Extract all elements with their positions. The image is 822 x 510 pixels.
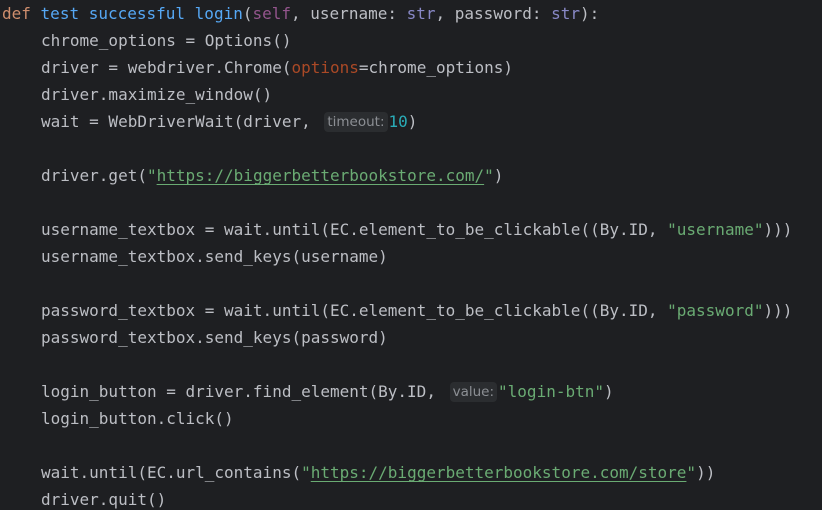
paren-close: ): — [580, 4, 600, 23]
code-line-4[interactable]: driver.maximize_window() — [2, 81, 272, 108]
code-text: )) — [696, 463, 716, 482]
code-line-13[interactable]: password_textbox.send_keys(password) — [2, 324, 388, 351]
string-literal: "username" — [667, 220, 764, 239]
code-text: username_textbox.send_keys(username) — [41, 247, 388, 266]
params-text-2: , password: — [435, 4, 552, 23]
code-text: driver = webdriver.Chrome( — [41, 58, 292, 77]
code-line-15[interactable]: login_button = driver.find_element(By.ID… — [2, 378, 614, 405]
code-line-19[interactable]: driver.quit() — [2, 486, 166, 510]
code-text: driver.get( — [41, 166, 147, 185]
inlay-hint-timeout: timeout: — [324, 112, 388, 132]
code-text: login_button = driver.find_element(By.ID… — [41, 382, 436, 401]
number-literal: 10 — [388, 112, 408, 131]
code-line-7[interactable]: driver.get("https://biggerbetterbookstor… — [2, 162, 503, 189]
self-keyword: self — [252, 4, 292, 23]
code-line-16[interactable]: login_button.click() — [2, 405, 234, 432]
code-line-9[interactable]: username_textbox = wait.until(EC.element… — [2, 216, 792, 243]
code-text: driver.quit() — [41, 490, 167, 509]
code-line-3[interactable]: driver = webdriver.Chrome(options=chrome… — [2, 54, 513, 81]
code-line-5[interactable]: wait = WebDriverWait(driver, timeout: 10) — [2, 108, 417, 135]
inlay-hint-value: value: — [449, 382, 498, 402]
string-literal: "password" — [667, 301, 764, 320]
quote: " — [484, 166, 494, 185]
code-text: ) — [604, 382, 614, 401]
url-link[interactable]: https://biggerbetterbookstore.com/ — [157, 166, 485, 185]
code-text: password_textbox.send_keys(password) — [41, 328, 388, 347]
quote: " — [301, 463, 311, 482]
code-text: wait = WebDriverWait(driver, — [41, 112, 311, 131]
code-text: ) — [407, 112, 418, 131]
def-keyword: def — [2, 4, 31, 23]
str-type-2: str — [551, 4, 581, 23]
code-text: chrome_options = Options() — [41, 31, 292, 50]
quote: " — [686, 463, 697, 482]
named-param-options: options — [291, 58, 359, 77]
code-line-10[interactable]: username_textbox.send_keys(username) — [2, 243, 388, 270]
code-text: driver.maximize_window() — [41, 85, 273, 104]
code-text: username_textbox = wait.until(EC.element… — [41, 220, 668, 239]
code-text: =chrome_options) — [358, 58, 514, 77]
code-line-1[interactable]: def test successful login(self, username… — [2, 0, 599, 27]
url-link[interactable]: https://biggerbetterbookstore.com/store — [311, 463, 687, 482]
code-text: password_textbox = wait.until(EC.element… — [41, 301, 668, 320]
params-text-1: , username: — [291, 4, 407, 23]
code-line-2[interactable]: chrome_options = Options() — [2, 27, 291, 54]
code-text: wait.until(EC.url_contains( — [41, 463, 302, 482]
code-text: ))) — [763, 301, 793, 320]
code-text: login_button.click() — [41, 409, 234, 428]
code-line-18[interactable]: wait.until(EC.url_contains("https://bigg… — [2, 459, 715, 486]
code-text: ) — [493, 166, 504, 185]
code-line-12[interactable]: password_textbox = wait.until(EC.element… — [2, 297, 792, 324]
string-literal: "login-btn" — [498, 382, 604, 401]
quote: " — [146, 166, 157, 185]
code-editor[interactable]: def test successful login(self, username… — [0, 0, 822, 510]
code-text: ))) — [763, 220, 793, 239]
str-type-1: str — [406, 4, 436, 23]
function-name: test successful login — [40, 4, 243, 23]
